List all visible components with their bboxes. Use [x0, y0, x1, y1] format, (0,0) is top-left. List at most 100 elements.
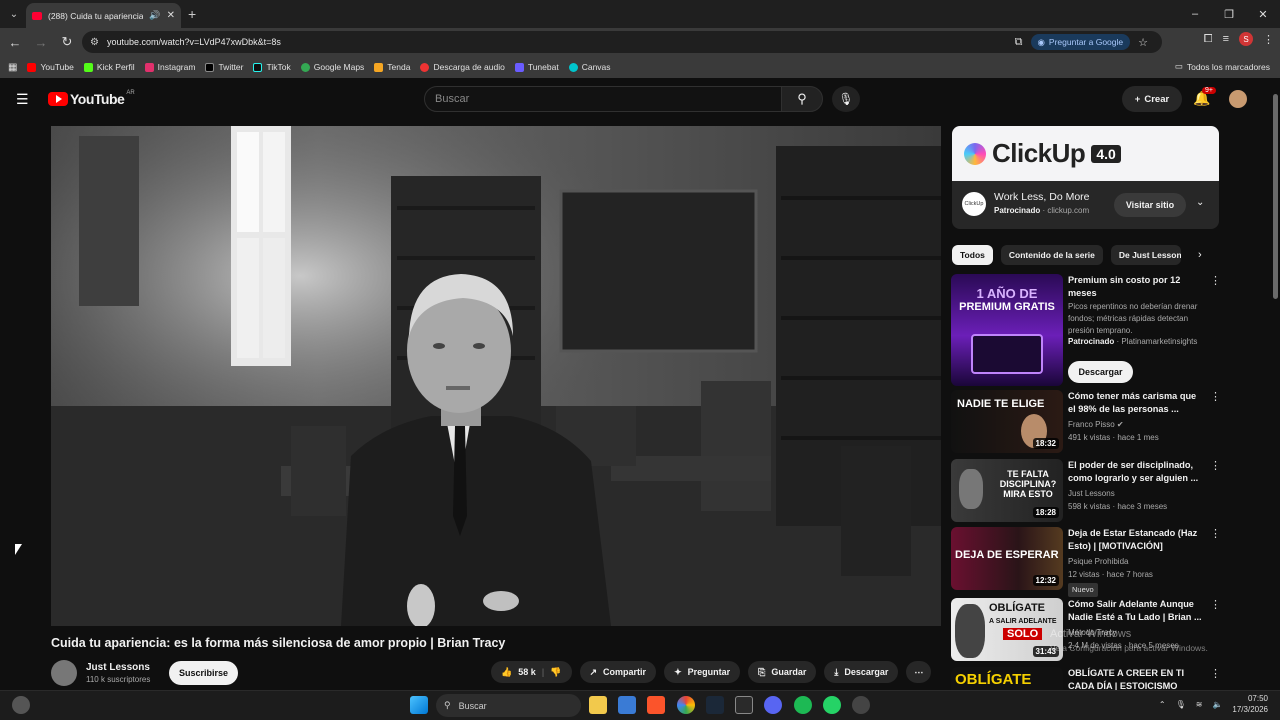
file-explorer-icon[interactable]	[589, 696, 607, 714]
chip-serie[interactable]: Contenido de la serie	[1000, 245, 1103, 265]
channel-avatar[interactable]	[51, 660, 77, 686]
address-bar[interactable]: ⚙ youtube.com/watch?v=LVdP47xwDbk&t=8s ⧉…	[82, 31, 1162, 53]
download-button[interactable]: ⤓ Descargar	[824, 661, 899, 683]
bookmark-twitter[interactable]: Twitter	[205, 62, 243, 72]
video-player[interactable]	[51, 126, 941, 626]
recommendation-item[interactable]: OBLÍGATE OBLÍGATE A CREER EN TI CADA DÍA…	[951, 667, 1221, 690]
cast-icon[interactable]: ⧉	[1015, 36, 1023, 49]
extensions-icon[interactable]: ⧠	[1204, 33, 1213, 46]
all-bookmarks[interactable]: ▭ Todos los marcadores	[1175, 61, 1270, 72]
channel-info[interactable]: Just Lessons 110 k suscriptores	[51, 660, 150, 686]
subscribe-button[interactable]: Suscribirse	[169, 661, 238, 685]
channel-name[interactable]: Just Lessons	[1068, 488, 1213, 500]
site-info-icon[interactable]: ⚙	[90, 37, 99, 48]
browser-tab[interactable]: (288) Cuida tu apariencia: e 🔊 ✕	[26, 3, 181, 28]
microphone-icon[interactable]: 🎙	[1176, 700, 1186, 709]
chevron-up-icon[interactable]: ⌃	[1159, 700, 1166, 709]
reload-icon[interactable]: ↻	[56, 31, 78, 53]
close-window-icon[interactable]: ✕	[1246, 0, 1280, 28]
chip-just-lessons[interactable]: De Just Lessons	[1110, 245, 1181, 265]
voice-search-button[interactable]: 🎙	[832, 86, 860, 112]
url-text[interactable]: youtube.com/watch?v=LVdP47xwDbk&t=8s	[107, 37, 281, 47]
media-icon[interactable]: ≡	[1223, 33, 1229, 45]
recommendation-title[interactable]: OBLÍGATE A CREER EN TI CADA DÍA | ESTOIC…	[1068, 667, 1206, 690]
bookmark-tiktok[interactable]: TikTok	[253, 62, 291, 72]
more-options-icon[interactable]: ⋮	[1210, 527, 1221, 540]
recommendation-thumbnail[interactable]: OBLÍGATE A SALIR ADELANTE SOLO 31:43	[951, 598, 1063, 661]
more-options-icon[interactable]: ⋮	[1210, 274, 1221, 287]
spotify-icon[interactable]	[794, 696, 812, 714]
save-button[interactable]: ⎘ Guardar	[748, 661, 817, 683]
discord-icon[interactable]	[764, 696, 782, 714]
apps-grid-icon[interactable]: ▦	[8, 62, 17, 73]
widgets-icon[interactable]	[12, 696, 30, 714]
steam-icon[interactable]	[706, 696, 724, 714]
recommendation-title[interactable]: Cómo tener más carisma que el 98% de las…	[1068, 390, 1206, 416]
whatsapp-icon[interactable]	[823, 696, 841, 714]
hamburger-menu-icon[interactable]: ☰	[16, 91, 29, 108]
restore-icon[interactable]: ❐	[1212, 0, 1246, 28]
store-icon[interactable]	[618, 696, 636, 714]
minimize-icon[interactable]: –	[1178, 0, 1212, 28]
recommendation-thumbnail[interactable]: 1 AÑO DE PREMIUM GRATIS	[951, 274, 1063, 386]
more-actions-button[interactable]: ⋯	[906, 661, 932, 683]
recommendation-title[interactable]: Premium sin costo por 12 meses	[1068, 274, 1206, 300]
like-button[interactable]: 👍 58 k | 👎	[491, 661, 572, 683]
chevron-right-icon[interactable]: ›	[1198, 249, 1202, 261]
recommendation-thumbnail[interactable]: DEJA DE ESPERAR 12:32	[951, 527, 1063, 590]
more-options-icon[interactable]: ⋮	[1210, 459, 1221, 472]
share-button[interactable]: ↗ Compartir	[579, 661, 657, 683]
start-windows-icon[interactable]	[410, 696, 428, 714]
tab-search-icon[interactable]: ⌄	[6, 6, 22, 22]
bookmark-descarga-audio[interactable]: Descarga de audio	[420, 62, 505, 72]
download-ad-button[interactable]: Descargar	[1068, 361, 1133, 383]
sponsored-ad[interactable]: ClickUp 4.0 ClickUp Work Less, Do More P…	[952, 126, 1219, 229]
recommendation-title[interactable]: Deja de Estar Estancado (Haz Esto) | [MO…	[1068, 527, 1206, 553]
ask-google-button[interactable]: ◉ Preguntar a Google	[1030, 34, 1131, 50]
profile-avatar[interactable]: S	[1239, 32, 1253, 46]
close-tab-icon[interactable]: ✕	[167, 10, 175, 21]
search-input[interactable]: Buscar	[424, 86, 782, 112]
search-button[interactable]: ⚲	[781, 86, 823, 112]
recommendation-item[interactable]: NADIE TE ELIGE 18:32 Cómo tener más cari…	[951, 390, 1221, 454]
youtube-logo[interactable]: YouTube AR	[48, 90, 135, 107]
volume-icon[interactable]: 🔈	[1212, 700, 1222, 709]
recommendation-item[interactable]: 1 AÑO DE PREMIUM GRATIS Premium sin cost…	[951, 274, 1221, 386]
bookmark-youtube[interactable]: YouTube	[27, 62, 74, 72]
back-icon[interactable]: ←	[4, 31, 26, 53]
new-tab-icon[interactable]: +	[188, 6, 196, 22]
forward-icon[interactable]: →	[30, 31, 52, 53]
recommendation-item[interactable]: DEJA DE ESPERAR 12:32 Deja de Estar Esta…	[951, 527, 1221, 597]
bookmark-canvas[interactable]: Canvas	[568, 62, 611, 72]
bookmark-tunebat[interactable]: Tunebat	[514, 62, 559, 72]
account-avatar[interactable]	[1229, 90, 1247, 108]
menu-kebab-icon[interactable]: ⋮	[1263, 33, 1274, 46]
more-options-icon[interactable]: ⋮	[1210, 667, 1221, 680]
recommendation-thumbnail[interactable]: OBLÍGATE	[951, 667, 1063, 690]
taskbar-search[interactable]: ⚲ Buscar	[436, 694, 581, 717]
chevron-down-icon[interactable]: ⌄	[1196, 197, 1204, 208]
app-icon[interactable]	[852, 696, 870, 714]
channel-name[interactable]: Just Lessons	[86, 662, 150, 673]
bookmark-google-maps[interactable]: Google Maps	[300, 62, 364, 72]
bookmark-instagram[interactable]: Instagram	[144, 62, 195, 72]
recommendation-item[interactable]: TE FALTA DISCIPLINA? MIRA ESTO 18:28 El …	[951, 459, 1221, 523]
recommendation-thumbnail[interactable]: TE FALTA DISCIPLINA? MIRA ESTO 18:28	[951, 459, 1063, 522]
bookmark-tenda[interactable]: Tenda	[374, 62, 410, 72]
channel-name[interactable]: Franco Pisso	[1068, 420, 1115, 429]
create-button[interactable]: + Crear	[1122, 86, 1182, 112]
recommendation-title[interactable]: Cómo Salir Adelante Aunque Nadie Esté a …	[1068, 598, 1206, 624]
visit-site-button[interactable]: Visitar sitio	[1114, 193, 1186, 217]
speaker-icon[interactable]: 🔊	[149, 10, 160, 21]
recommendation-title[interactable]: El poder de ser disciplinado, como logra…	[1068, 459, 1206, 485]
scrollbar-thumb[interactable]	[1273, 94, 1278, 299]
ad-banner[interactable]: ClickUp 4.0	[952, 126, 1219, 181]
chrome-icon[interactable]	[677, 696, 695, 714]
brave-icon[interactable]	[647, 696, 665, 714]
thumbs-down-icon[interactable]: 👎	[550, 667, 561, 678]
ask-button[interactable]: ✦ Preguntar	[664, 661, 741, 683]
epic-games-icon[interactable]	[735, 696, 753, 714]
bookmark-kick[interactable]: Kick Perfil	[83, 62, 135, 72]
recommendation-thumbnail[interactable]: NADIE TE ELIGE 18:32	[951, 390, 1063, 453]
wifi-icon[interactable]: ≋	[1196, 700, 1203, 709]
